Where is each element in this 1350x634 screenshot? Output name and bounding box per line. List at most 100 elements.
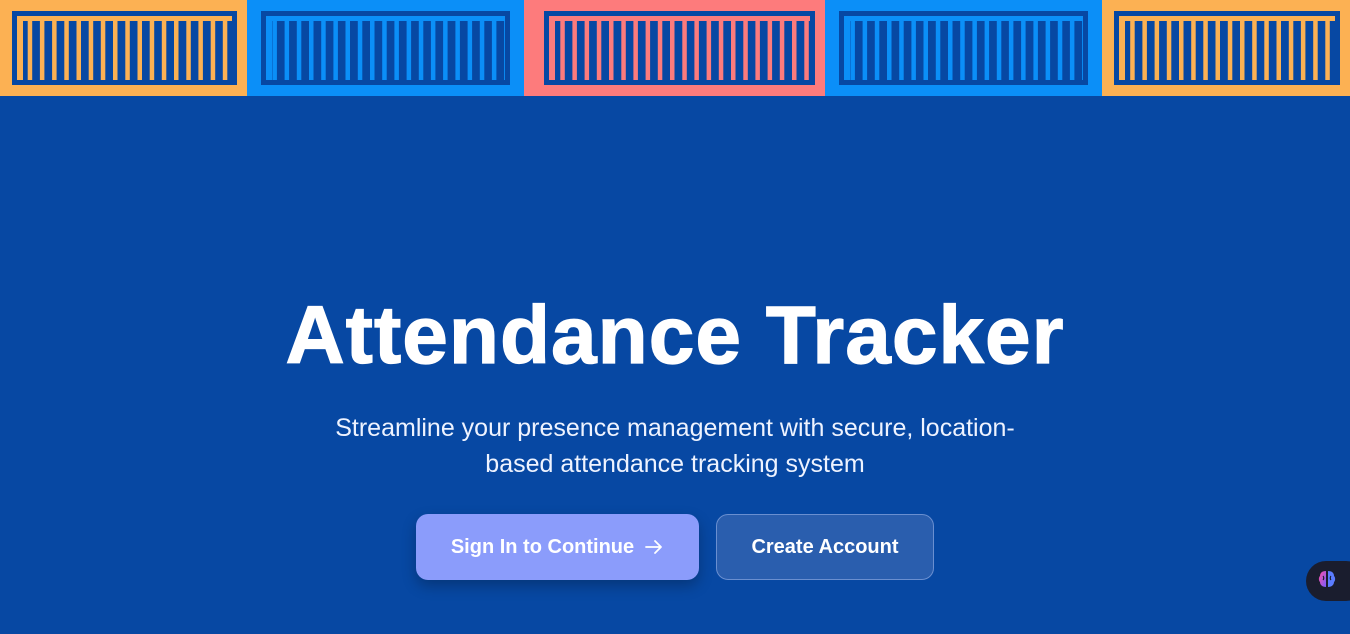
stripe-bar (222, 21, 228, 80)
stripe-bar (609, 21, 614, 80)
stripe-bar (1227, 21, 1233, 80)
page-subtitle: Streamline your presence management with… (335, 414, 1015, 478)
stripes-graphic (555, 21, 810, 80)
create-account-button[interactable]: Create Account (716, 514, 934, 580)
stripe-bar (948, 21, 953, 80)
stripe-bar (645, 21, 651, 80)
stripe-bar (1240, 21, 1245, 80)
stripe-bar (272, 21, 277, 80)
stripe-bar (911, 21, 916, 80)
stripe-bar (572, 21, 577, 80)
stripes-graphic (23, 21, 232, 80)
stripe-bar (935, 21, 941, 80)
stripe-bar (874, 21, 880, 80)
stripe-bar (899, 21, 904, 80)
stripe-bar (296, 21, 302, 80)
stripe-bar (1130, 21, 1135, 80)
banner-panel-coral-center (524, 0, 825, 96)
stripe-bar (382, 21, 387, 80)
stripe-bar (923, 21, 928, 80)
stripe-bar (560, 21, 565, 80)
stripe-bar (467, 21, 473, 80)
create-account-button-label: Create Account (751, 535, 899, 558)
stripe-bar (1069, 21, 1075, 80)
stripe-bar (1082, 21, 1083, 80)
page-title: Attendance Tracker (285, 289, 1065, 381)
stripe-bar (960, 21, 965, 80)
decorative-banner (0, 0, 1350, 96)
stripe-bar (1252, 21, 1257, 80)
stripe-bar (455, 21, 460, 80)
stripe-bar (1288, 21, 1294, 80)
stripe-bar (88, 21, 94, 80)
hero-actions: Sign In to Continue Create Account (416, 514, 934, 580)
stripe-bar (100, 21, 106, 80)
stripe-bar (1166, 21, 1172, 80)
stripe-bar (504, 21, 505, 80)
sign-in-button[interactable]: Sign In to Continue (416, 514, 699, 580)
stripe-bar (694, 21, 699, 80)
stripe-bar (1264, 21, 1269, 80)
stripe-bar (1021, 21, 1026, 80)
stripe-bar (779, 21, 785, 80)
stripe-bar (345, 21, 350, 80)
stripe-bar (174, 21, 179, 80)
stripe-bar (39, 21, 45, 80)
stripe-bar (755, 21, 760, 80)
stripe-bar (887, 21, 892, 80)
stripe-bar (125, 21, 130, 80)
stripe-bar (406, 21, 412, 80)
stripes-graphic (850, 21, 1083, 80)
stripe-bar (1191, 21, 1196, 80)
stripe-bar (357, 21, 363, 80)
stripe-bar (862, 21, 868, 80)
stripe-bar (682, 21, 687, 80)
stripes-graphic (272, 21, 505, 80)
stripe-bar (370, 21, 375, 80)
stripe-bar (706, 21, 712, 80)
arrow-right-icon (644, 539, 664, 555)
landing-page: Attendance Tracker Streamline your prese… (0, 0, 1350, 634)
stripe-bar (76, 21, 81, 80)
stripe-bar (210, 21, 216, 80)
stripe-bar (27, 21, 33, 80)
stripe-bar (633, 21, 638, 80)
stripe-bar (1215, 21, 1220, 80)
banner-panel-orange-left (0, 0, 247, 96)
stripe-bar (1203, 21, 1208, 80)
stripe-bar (596, 21, 602, 80)
stripe-bar (137, 21, 142, 80)
stripe-bar (198, 21, 203, 80)
banner-panel-blue-right (825, 0, 1102, 96)
stripe-bar (1154, 21, 1160, 80)
stripe-bar (1142, 21, 1147, 80)
stripes-graphic (1125, 21, 1335, 80)
stripe-bar (430, 21, 436, 80)
stripe-bar (718, 21, 724, 80)
assistant-widget-button[interactable] (1306, 561, 1350, 601)
stripe-bar (309, 21, 314, 80)
stripe-bar (1045, 21, 1051, 80)
stripe-bar (418, 21, 424, 80)
stripe-bar (443, 21, 448, 80)
stripe-bar (161, 21, 167, 80)
stripe-bar (984, 21, 990, 80)
stripe-bar (52, 21, 57, 80)
stripe-bar (1033, 21, 1038, 80)
stripe-bar (804, 21, 809, 80)
hero-section: Attendance Tracker Streamline your prese… (0, 289, 1350, 482)
sign-in-button-label: Sign In to Continue (450, 535, 635, 558)
stripe-bar (670, 21, 675, 80)
stripe-bar (64, 21, 69, 80)
stripe-bar (1276, 21, 1281, 80)
stripe-bar (479, 21, 485, 80)
stripe-bar (657, 21, 663, 80)
stripe-bar (284, 21, 290, 80)
stripe-bar (972, 21, 977, 80)
stripe-bar (1179, 21, 1184, 80)
stripe-bar (149, 21, 155, 80)
banner-panel-orange-right (1102, 0, 1350, 96)
stripe-bar (1313, 21, 1318, 80)
stripe-bar (333, 21, 338, 80)
stripe-bar (491, 21, 497, 80)
